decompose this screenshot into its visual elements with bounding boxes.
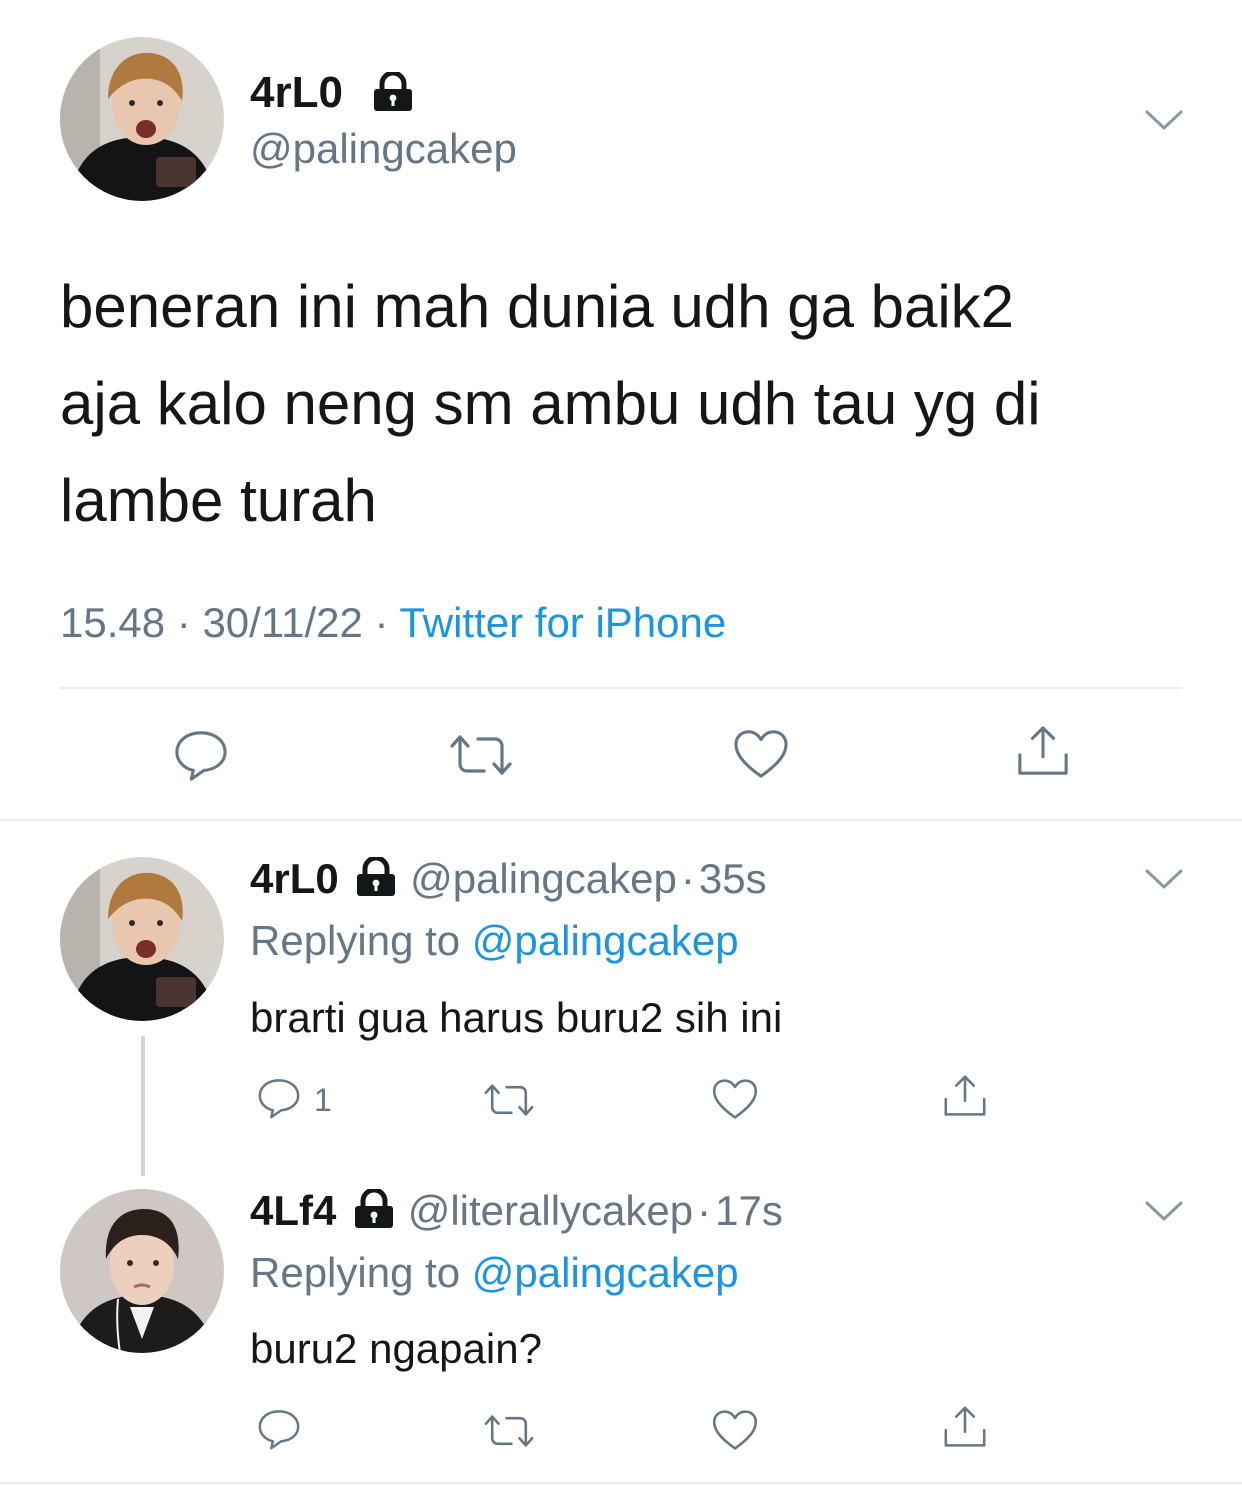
reply-handle[interactable]: @palingcakep — [410, 855, 677, 902]
replying-to: Replying to @palingcakep — [250, 916, 739, 966]
author-avatar[interactable] — [60, 37, 224, 201]
tweet-time: 15.48 — [60, 599, 166, 646]
replying-prefix: Replying to — [250, 1249, 461, 1296]
replying-to: Replying to @palingcakep — [250, 1248, 739, 1298]
meta-separator: · — [680, 855, 695, 902]
reply-age: 35s — [698, 855, 767, 902]
meta-separator: · — [374, 599, 389, 646]
tweet-text: beneran ini mah dunia udh ga baik2 aja k… — [60, 258, 1041, 549]
share-icon[interactable] — [1014, 724, 1072, 778]
reply-icon[interactable] — [256, 1076, 302, 1120]
reply-avatar[interactable] — [60, 1189, 224, 1353]
tweet-meta: 15.48 · 30/11/22 · Twitter for iPhone — [60, 598, 726, 648]
author-handle[interactable]: @palingcakep — [250, 124, 517, 174]
replying-prefix: Replying to — [250, 917, 461, 964]
like-icon[interactable] — [732, 728, 790, 780]
share-icon[interactable] — [941, 1073, 989, 1119]
retweet-icon[interactable] — [481, 1411, 537, 1451]
reply-header: 4rL0 @palingcakep·35s — [250, 854, 767, 904]
chevron-down-icon[interactable] — [1144, 867, 1184, 891]
tweet-source-link[interactable]: Twitter for iPhone — [399, 599, 726, 646]
lock-icon — [371, 72, 415, 112]
tweet-text-line: lambe turah — [60, 467, 377, 534]
meta-separator: · — [176, 599, 191, 646]
lock-icon — [354, 857, 398, 897]
reply-icon[interactable] — [256, 1407, 302, 1451]
reply-text: brarti gua harus buru2 sih ini — [250, 994, 783, 1041]
reply-text: buru2 ngapain? — [250, 1325, 542, 1372]
reply-icon[interactable] — [172, 728, 230, 782]
reply-handle[interactable]: @literallycakep — [408, 1187, 693, 1234]
reply-display-name[interactable]: 4rL0 — [250, 855, 339, 902]
author-display-name[interactable]: 4rL0 — [250, 68, 343, 118]
thread-line — [141, 1036, 145, 1176]
replying-to-link[interactable]: @palingcakep — [472, 1249, 739, 1296]
section-divider — [0, 819, 1242, 821]
reply-header: 4Lf4 @literallycakep·17s — [250, 1186, 783, 1236]
tweet-text-line: beneran ini mah dunia udh ga baik2 — [60, 273, 1015, 340]
reply-count: 1 — [314, 1082, 332, 1118]
meta-separator: · — [697, 1187, 712, 1234]
reply-age: 17s — [715, 1187, 783, 1234]
lock-icon — [352, 1189, 396, 1229]
divider — [60, 687, 1182, 689]
retweet-icon[interactable] — [446, 730, 516, 780]
share-icon[interactable] — [941, 1404, 989, 1450]
chevron-down-icon[interactable] — [1144, 108, 1184, 132]
chevron-down-icon[interactable] — [1144, 1199, 1184, 1223]
like-icon[interactable] — [711, 1408, 759, 1452]
like-icon[interactable] — [711, 1077, 759, 1121]
reply-avatar[interactable] — [60, 857, 224, 1021]
replying-to-link[interactable]: @palingcakep — [472, 917, 739, 964]
section-divider — [0, 1482, 1242, 1484]
retweet-icon[interactable] — [481, 1080, 537, 1120]
tweet-text-line: aja kalo neng sm ambu udh tau yg di — [60, 370, 1041, 437]
tweet-date: 30/11/22 — [202, 599, 363, 646]
reply-display-name[interactable]: 4Lf4 — [250, 1187, 336, 1234]
